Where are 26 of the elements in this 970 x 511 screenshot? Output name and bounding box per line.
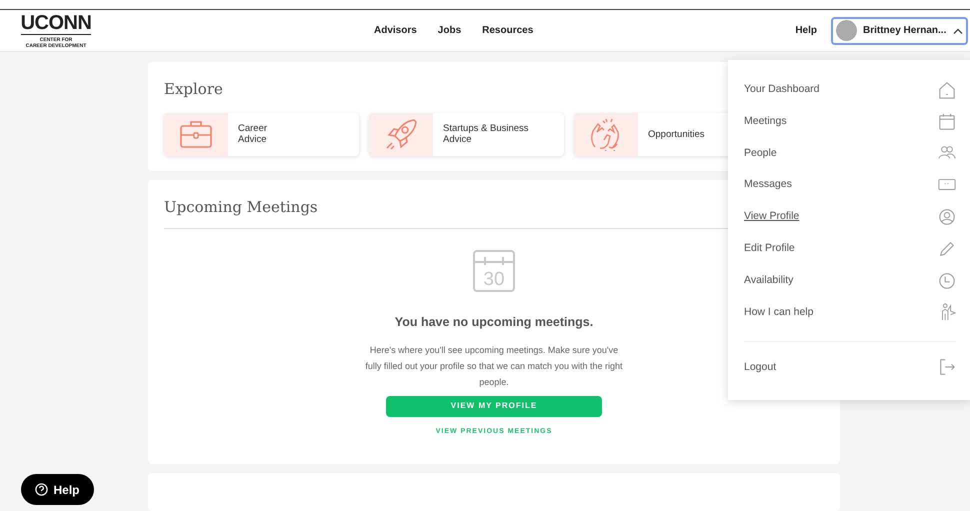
menu-item[interactable]: How I can help xyxy=(744,296,956,328)
empty-state-text: Here's where you'll see upcoming meetings. Make sure you've fully filled out your profile so that we can match you with the right people. xyxy=(364,344,624,389)
help-button[interactable]: Help xyxy=(21,474,94,505)
logout-item[interactable]: Logout xyxy=(744,355,956,380)
logout-icon xyxy=(938,358,956,376)
empty-state-title: You have no upcoming meetings. xyxy=(394,314,594,331)
pencil-icon xyxy=(938,240,956,258)
nav-link[interactable]: Advisors xyxy=(374,23,417,38)
nav-link[interactable]: Resources xyxy=(482,23,534,38)
avatar xyxy=(836,20,857,41)
user-menu-button[interactable]: Brittney Hernan... xyxy=(831,16,968,44)
clock-icon xyxy=(938,272,956,290)
chevron-icon xyxy=(953,28,963,34)
section-title: Explore xyxy=(164,79,223,100)
explore-tile[interactable]: Career Advice xyxy=(164,112,359,156)
user-circle-icon xyxy=(938,208,956,226)
explore-tile[interactable]: Startups & Business Advice xyxy=(369,112,564,156)
calendar-icon xyxy=(938,112,956,131)
house-icon xyxy=(938,80,956,99)
rocket-icon xyxy=(384,117,418,151)
nav-link[interactable]: Jobs xyxy=(438,23,462,38)
menu-item[interactable]: Edit Profile xyxy=(744,232,956,265)
menu-item[interactable]: Availability xyxy=(744,264,956,297)
menu-item[interactable]: Your Dashboard xyxy=(744,74,956,106)
question-mark-icon xyxy=(35,483,48,496)
help-link[interactable]: Help xyxy=(795,23,817,38)
